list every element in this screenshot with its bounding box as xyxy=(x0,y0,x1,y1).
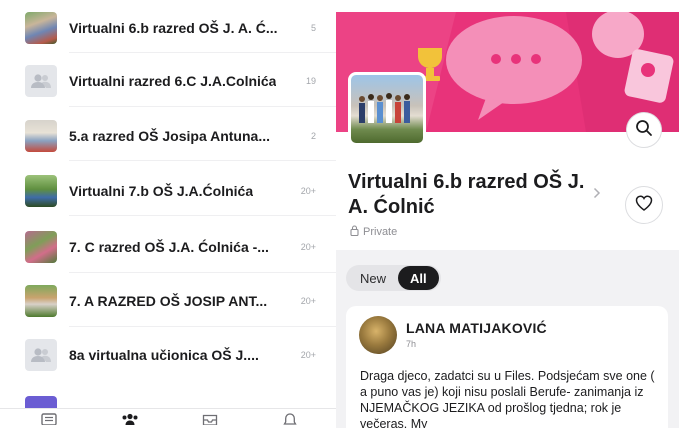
group-thumbnail xyxy=(25,285,57,317)
row-divider xyxy=(69,326,336,327)
privacy-text: Private xyxy=(363,226,398,238)
group-name: 5.a razred OŠ Josipa Antuna... xyxy=(69,128,270,144)
group-avatar-placeholder-icon xyxy=(25,65,57,97)
group-unread-count: 20+ xyxy=(300,350,316,360)
bell-icon[interactable] xyxy=(281,413,299,428)
lock-icon xyxy=(350,225,359,239)
group-name: 7. C razred OŠ J.A. Ćolnića -... xyxy=(69,239,269,255)
privacy-label: Private xyxy=(350,225,397,239)
post-timestamp: 7h xyxy=(406,339,417,349)
feed-area: New All LANA MATIJAKOVIĆ 7h Draga djeco,… xyxy=(336,250,679,428)
chevron-right-icon[interactable] xyxy=(593,186,601,204)
group-detail-panel: Virtualni 6.b razred OŠ J. A. Ćolnić Pri… xyxy=(336,0,683,428)
group-thumbnail xyxy=(25,231,57,263)
group-row[interactable]: 8a virtualna učionica OŠ J.... 20+ xyxy=(0,335,336,375)
row-divider xyxy=(69,106,336,107)
group-name: 8a virtualna učionica OŠ J.... xyxy=(69,347,259,363)
group-row[interactable]: Virtualni razred 6.C J.A.Colnića 19 xyxy=(0,61,336,101)
group-title[interactable]: Virtualni 6.b razred OŠ J. A. Ćolnić xyxy=(348,170,594,220)
post-body: Draga djeco, zadatci su u Files. Podsjeć… xyxy=(360,369,655,428)
group-unread-count: 5 xyxy=(310,23,316,33)
group-row[interactable]: 7. A RAZRED OŠ JOSIP ANT... 20+ xyxy=(0,281,336,321)
group-row[interactable]: 5.a razred OŠ Josipa Antuna... 2 xyxy=(0,116,336,156)
group-thumbnail xyxy=(25,120,57,152)
author-avatar[interactable] xyxy=(359,316,397,354)
group-name: Virtualni 7.b OŠ J.A.Ćolnića xyxy=(69,183,254,199)
group-unread-count: 2 xyxy=(310,131,316,141)
group-profile-photo xyxy=(348,72,426,146)
row-divider xyxy=(69,160,336,161)
group-unread-count: 20+ xyxy=(300,186,316,196)
group-avatar-placeholder-icon xyxy=(25,339,57,371)
group-unread-count: 20+ xyxy=(300,296,316,306)
filter-all[interactable]: All xyxy=(398,266,439,290)
group-row[interactable]: Virtualni 7.b OŠ J.A.Ćolnića 20+ xyxy=(0,171,336,211)
bottom-tab-bar xyxy=(0,408,336,428)
feed-filter-toggle: New All xyxy=(346,265,441,291)
row-divider xyxy=(69,52,336,53)
row-divider xyxy=(69,272,336,273)
post-author[interactable]: LANA MATIJAKOVIĆ xyxy=(406,320,547,336)
filter-new[interactable]: New xyxy=(348,266,398,290)
group-name: 7. A RAZRED OŠ JOSIP ANT... xyxy=(69,293,268,309)
group-name: Virtualni 6.b razred OŠ J. A. Ć... xyxy=(69,20,278,36)
search-button[interactable] xyxy=(626,112,662,148)
group-thumbnail xyxy=(25,175,57,207)
group-row[interactable]: 7. C razred OŠ J.A. Ćolnića -... 20+ xyxy=(0,227,336,267)
group-row[interactable]: Virtualni 6.b razred OŠ J. A. Ć... 5 xyxy=(0,8,336,48)
search-icon xyxy=(635,119,653,142)
heart-icon xyxy=(635,194,653,216)
group-unread-count: 20+ xyxy=(300,242,316,252)
favorite-button[interactable] xyxy=(625,186,663,224)
row-divider xyxy=(69,215,336,216)
group-unread-count: 19 xyxy=(305,76,316,86)
inbox-icon[interactable] xyxy=(201,413,219,428)
groups-list-panel: Virtualni 6.b razred OŠ J. A. Ć... 5 Vir… xyxy=(0,0,336,428)
feed-icon[interactable] xyxy=(40,413,58,428)
group-name: Virtualni razred 6.C J.A.Colnića xyxy=(69,73,277,89)
group-thumbnail xyxy=(25,12,57,44)
post-card[interactable]: LANA MATIJAKOVIĆ 7h Draga djeco, zadatci… xyxy=(346,306,668,428)
groups-icon[interactable] xyxy=(121,413,139,428)
